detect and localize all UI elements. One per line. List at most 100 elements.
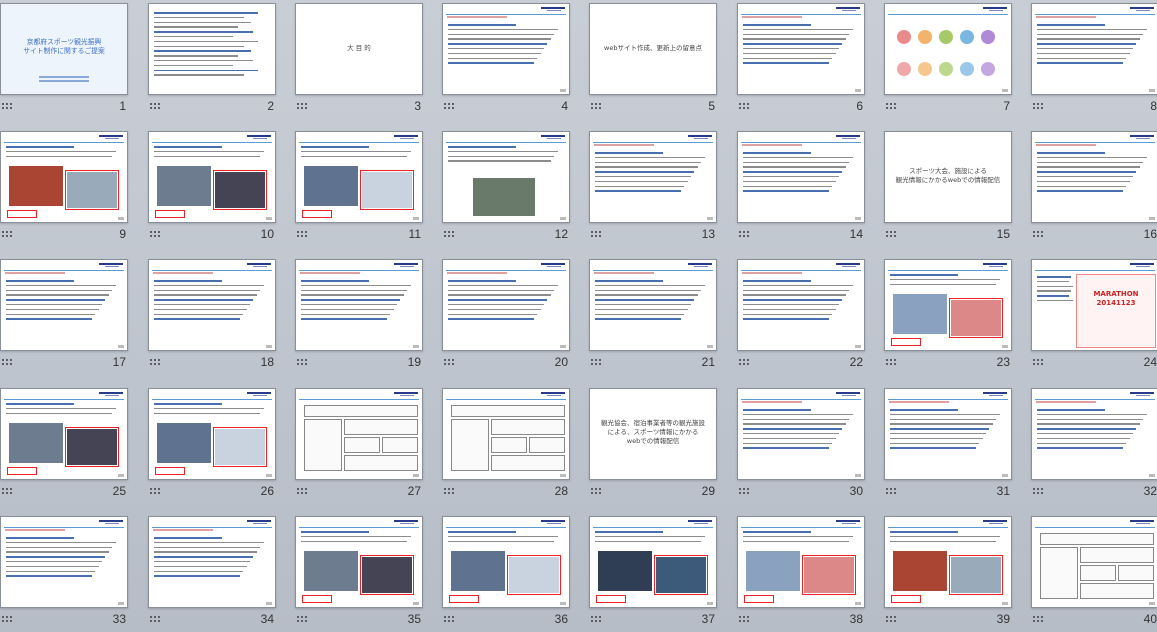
slide-thumbnail[interactable]: スポーツ大会、施設による 観光情報にかかるwebでの情報配信 [884, 131, 1012, 223]
slide-cell-26[interactable]: 26 [148, 388, 276, 498]
slide-cell-22[interactable]: 22 [737, 259, 865, 369]
slide-cell-13[interactable]: 13 [589, 131, 717, 241]
slide-thumbnail[interactable] [295, 131, 423, 223]
slide-thumbnail[interactable] [1031, 388, 1157, 480]
slide-drag-handle[interactable] [2, 488, 12, 494]
slide-drag-handle[interactable] [150, 488, 160, 494]
slide-thumbnail[interactable] [295, 516, 423, 608]
slide-thumbnail[interactable] [442, 516, 570, 608]
slide-cell-8[interactable]: 8 [1031, 3, 1157, 113]
slide-thumbnail[interactable] [737, 3, 865, 95]
slide-cell-32[interactable]: 32 [1031, 388, 1157, 498]
slide-thumbnail[interactable] [295, 388, 423, 480]
slide-cell-3[interactable]: 大 目 的 3 [295, 3, 423, 113]
slide-cell-16[interactable]: 16 [1031, 131, 1157, 241]
slide-thumbnail[interactable] [0, 131, 128, 223]
slide-drag-handle[interactable] [297, 616, 307, 622]
slide-drag-handle[interactable] [739, 616, 749, 622]
slide-thumbnail[interactable] [0, 388, 128, 480]
slide-thumbnail[interactable] [1031, 3, 1157, 95]
slide-drag-handle[interactable] [444, 359, 454, 365]
slide-drag-handle[interactable] [297, 488, 307, 494]
slide-drag-handle[interactable] [739, 359, 749, 365]
slide-cell-30[interactable]: 30 [737, 388, 865, 498]
slide-drag-handle[interactable] [739, 488, 749, 494]
slide-thumbnail[interactable] [589, 259, 717, 351]
slide-cell-28[interactable]: 28 [442, 388, 570, 498]
slide-thumbnail[interactable] [442, 3, 570, 95]
slide-thumbnail[interactable] [295, 259, 423, 351]
slide-drag-handle[interactable] [591, 359, 601, 365]
slide-thumbnail[interactable] [1031, 131, 1157, 223]
slide-drag-handle[interactable] [150, 359, 160, 365]
slide-thumbnail[interactable]: 観光協会、宿泊事業者等の観光施設 による、スポーツ情報にかかる webでの情報配… [589, 388, 717, 480]
slide-thumbnail[interactable] [884, 259, 1012, 351]
slide-thumbnail[interactable] [442, 131, 570, 223]
slide-drag-handle[interactable] [2, 359, 12, 365]
slide-cell-15[interactable]: スポーツ大会、施設による 観光情報にかかるwebでの情報配信 15 [884, 131, 1012, 241]
slide-thumbnail[interactable] [148, 388, 276, 480]
slide-cell-19[interactable]: 19 [295, 259, 423, 369]
slide-thumbnail[interactable] [589, 516, 717, 608]
slide-cell-24[interactable]: MARATHON 20141123 24 [1031, 259, 1157, 369]
slide-thumbnail[interactable]: 大 目 的 [295, 3, 423, 95]
slide-drag-handle[interactable] [739, 231, 749, 237]
slide-cell-27[interactable]: 27 [295, 388, 423, 498]
slide-drag-handle[interactable] [444, 488, 454, 494]
slide-drag-handle[interactable] [297, 103, 307, 109]
slide-thumbnail[interactable] [0, 259, 128, 351]
slide-thumbnail[interactable]: 京都府スポーツ観光振興 サイト制作に関するご提案 [0, 3, 128, 95]
slide-thumbnail[interactable] [148, 516, 276, 608]
slide-cell-35[interactable]: 35 [295, 516, 423, 626]
slide-drag-handle[interactable] [886, 616, 896, 622]
slide-drag-handle[interactable] [2, 616, 12, 622]
slide-drag-handle[interactable] [1033, 616, 1043, 622]
slide-drag-handle[interactable] [2, 231, 12, 237]
slide-drag-handle[interactable] [150, 231, 160, 237]
slide-drag-handle[interactable] [1033, 359, 1043, 365]
slide-thumbnail[interactable] [1031, 516, 1157, 608]
slide-cell-23[interactable]: 23 [884, 259, 1012, 369]
slide-thumbnail[interactable] [884, 3, 1012, 95]
slide-thumbnail[interactable] [737, 259, 865, 351]
slide-thumbnail[interactable]: MARATHON 20141123 [1031, 259, 1157, 351]
slide-cell-5[interactable]: webサイト作成、更新上の留意点 5 [589, 3, 717, 113]
slide-cell-1[interactable]: 京都府スポーツ観光振興 サイト制作に関するご提案 1 [0, 3, 128, 113]
slide-cell-11[interactable]: 11 [295, 131, 423, 241]
slide-cell-18[interactable]: 18 [148, 259, 276, 369]
slide-drag-handle[interactable] [591, 231, 601, 237]
slide-thumbnail[interactable] [442, 259, 570, 351]
slide-cell-14[interactable]: 14 [737, 131, 865, 241]
slide-cell-25[interactable]: 25 [0, 388, 128, 498]
slide-cell-7[interactable]: 7 [884, 3, 1012, 113]
slide-drag-handle[interactable] [150, 616, 160, 622]
slide-cell-34[interactable]: 34 [148, 516, 276, 626]
slide-thumbnail[interactable]: webサイト作成、更新上の留意点 [589, 3, 717, 95]
slide-thumbnail[interactable] [148, 259, 276, 351]
slide-cell-37[interactable]: 37 [589, 516, 717, 626]
slide-cell-12[interactable]: 12 [442, 131, 570, 241]
slide-cell-40[interactable]: 40 [1031, 516, 1157, 626]
slide-drag-handle[interactable] [886, 359, 896, 365]
slide-drag-handle[interactable] [591, 488, 601, 494]
slide-drag-handle[interactable] [1033, 103, 1043, 109]
slide-drag-handle[interactable] [739, 103, 749, 109]
slide-thumbnail[interactable] [442, 388, 570, 480]
slide-cell-6[interactable]: 6 [737, 3, 865, 113]
slide-drag-handle[interactable] [444, 103, 454, 109]
slide-thumbnail[interactable] [737, 131, 865, 223]
slide-cell-39[interactable]: 39 [884, 516, 1012, 626]
slide-thumbnail[interactable] [884, 516, 1012, 608]
slide-drag-handle[interactable] [444, 231, 454, 237]
slide-drag-handle[interactable] [297, 231, 307, 237]
slide-drag-handle[interactable] [886, 103, 896, 109]
slide-cell-38[interactable]: 38 [737, 516, 865, 626]
slide-cell-31[interactable]: 31 [884, 388, 1012, 498]
slide-cell-9[interactable]: 9 [0, 131, 128, 241]
slide-thumbnail[interactable] [884, 388, 1012, 480]
slide-thumbnail[interactable] [0, 516, 128, 608]
slide-thumbnail[interactable] [737, 388, 865, 480]
slide-cell-4[interactable]: 4 [442, 3, 570, 113]
slide-drag-handle[interactable] [150, 103, 160, 109]
slide-thumbnail[interactable] [148, 131, 276, 223]
